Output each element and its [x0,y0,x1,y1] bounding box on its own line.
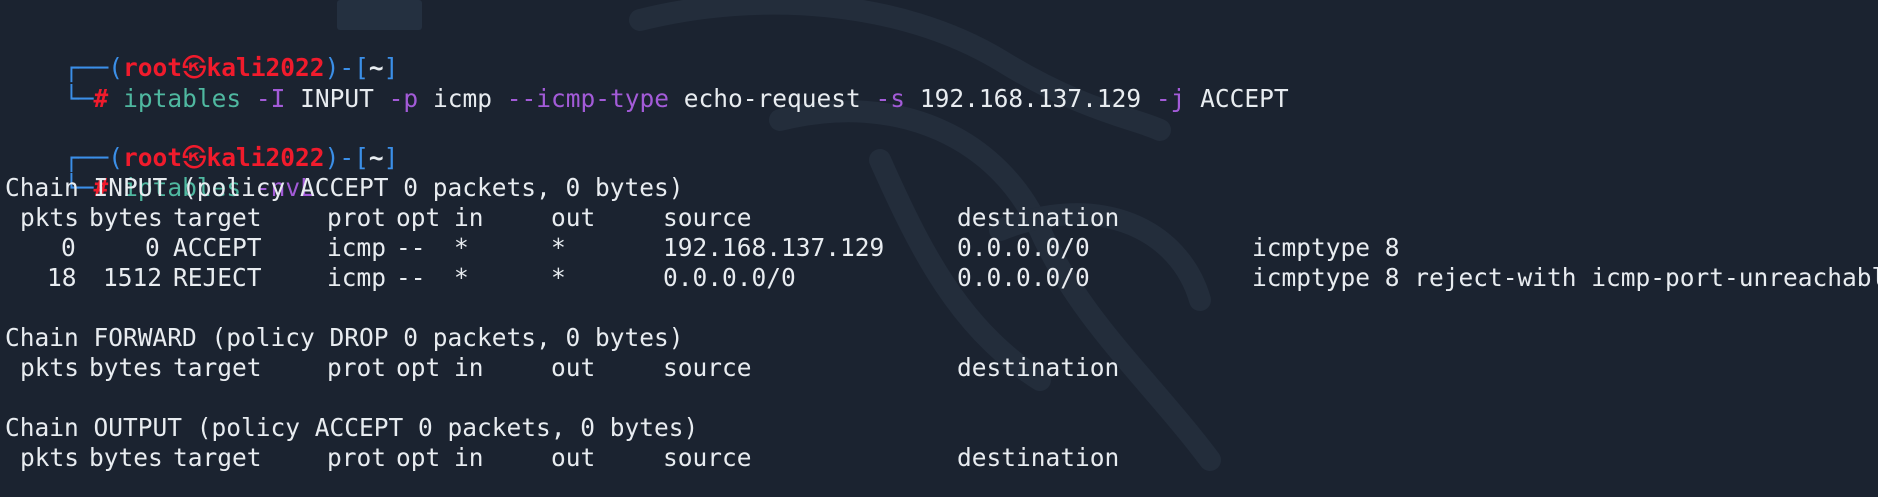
prompt-hash: # [93,84,109,113]
column-header: bytes [89,353,163,382]
cell-in: * [454,263,469,292]
chain-header: Chain FORWARD (policy DROP 0 packets, 0 … [5,323,684,352]
cell-extra: icmptype 8 [1252,233,1400,262]
cell-out: * [551,263,566,292]
command-argument: 192.168.137.129 [919,84,1142,113]
command-argument: ACCEPT [1200,84,1289,113]
command-argument: INPUT [300,84,374,113]
column-header: source [663,203,752,232]
prompt-top-line: ┌──(root㉿kali2022)-[~] [5,113,398,172]
prompt-frame-mid: )-[ [324,143,369,172]
column-header: pkts [20,203,80,232]
cell-prot: icmp [327,263,387,292]
prompt-top-line: ┌──(root㉿kali2022)-[~] [5,23,398,82]
chain-header: Chain INPUT (policy ACCEPT 0 packets, 0 … [5,173,684,202]
cell-prot: icmp [327,233,387,262]
cell-pkts: 0 [61,233,76,262]
cell-in: * [454,233,469,262]
column-header: bytes [89,203,163,232]
cell-target: REJECT [173,263,262,292]
column-header: destination [957,353,1120,382]
cell-bytes: 0 [145,233,160,262]
command-option: -I [255,84,286,113]
cell-bytes: 1512 [103,263,163,292]
column-header: in [454,203,484,232]
column-header: target [173,443,262,472]
column-header: prot [327,203,387,232]
column-header: destination [957,443,1120,472]
column-header: prot [327,443,387,472]
command-option: --icmp-type [506,84,669,113]
cell-opt: -- [396,233,426,262]
command-argument: icmp [432,84,492,113]
terminal-window[interactable]: ┌──(root㉿kali2022)-[~] └─# iptables -I I… [0,0,1878,497]
prompt-frame-end: ] [383,143,399,172]
column-header: out [551,203,596,232]
column-header: opt [396,203,441,232]
command-program: iptables [123,84,242,113]
column-header: pkts [20,353,80,382]
command-option: -p [388,84,419,113]
column-header: target [173,353,262,382]
column-header: destination [957,203,1120,232]
column-header: source [663,443,752,472]
column-header: in [454,353,484,382]
column-header: pkts [20,443,80,472]
column-header: opt [396,443,441,472]
command-option: -j [1155,84,1186,113]
command-option: -s [875,84,906,113]
column-header: prot [327,353,387,382]
cell-opt: -- [396,263,426,292]
cell-destination: 0.0.0.0/0 [957,233,1090,262]
prompt-frame-bottom: └─ [64,84,94,113]
column-header: out [551,353,596,382]
prompt-cwd: ~ [368,143,384,172]
column-header: opt [396,353,441,382]
cell-source: 0.0.0.0/0 [663,263,796,292]
cell-source: 192.168.137.129 [663,233,885,262]
cell-out: * [551,233,566,262]
chain-header: Chain OUTPUT (policy ACCEPT 0 packets, 0… [5,413,699,442]
command-argument: echo-request [683,84,861,113]
cell-destination: 0.0.0.0/0 [957,263,1090,292]
column-header: target [173,203,262,232]
column-header: source [663,353,752,382]
column-header: out [551,443,596,472]
cell-target: ACCEPT [173,233,262,262]
column-header: in [454,443,484,472]
column-header: bytes [89,443,163,472]
command-line: └─# iptables -I INPUT -p icmp --icmp-typ… [5,54,1289,113]
cell-pkts: 18 [47,263,77,292]
command-line: └─# iptables -nvL [5,143,315,202]
cell-extra: icmptype 8 reject-with icmp-port-unreach… [1252,263,1878,292]
